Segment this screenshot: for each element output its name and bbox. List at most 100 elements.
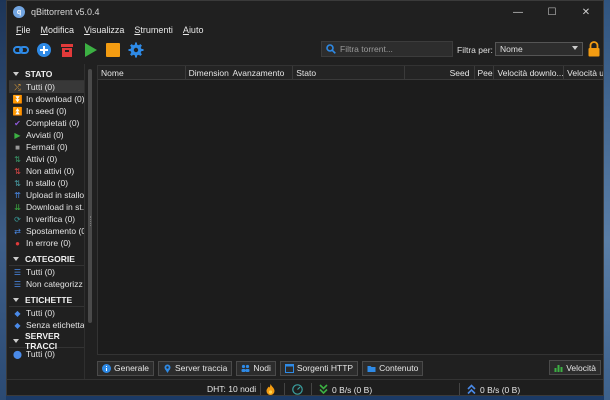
sidebar-item-label: In download (0) — [26, 94, 85, 104]
sidebar-item-label: Non categorizz — [26, 279, 83, 289]
tab-speed[interactable]: Velocità — [549, 360, 601, 375]
active-icon: ⇅ — [14, 154, 21, 164]
add-link-button[interactable] — [11, 40, 31, 60]
maximize-button[interactable]: ☐ — [535, 1, 569, 23]
download-speed-status[interactable]: 0 B/s (0 B) — [319, 384, 372, 395]
sidebar-item-status-2[interactable]: ⏫ In seed (0) — [9, 105, 84, 117]
lock-icon[interactable] — [587, 41, 601, 57]
performance-warning[interactable] — [266, 384, 275, 395]
tab-general[interactable]: Generale — [97, 360, 154, 376]
pause-icon — [106, 43, 120, 57]
add-torrent-icon — [37, 43, 51, 57]
sidebar-item-label: Attivi (0) — [26, 154, 58, 164]
sidebar-item-label: Upload in stallo — [26, 190, 85, 200]
sidebar-item-status-8[interactable]: ⇅ In stallo (0) — [9, 177, 84, 189]
sidebar-item-label: In errore (0) — [26, 238, 71, 248]
sidebar-item-status-7[interactable]: ⇅ Non attivi (0) — [9, 165, 84, 177]
tag-icon: ◆ — [14, 308, 21, 318]
tag-icon: ◆ — [14, 320, 21, 330]
sidebar-splitter-handle[interactable] — [90, 216, 93, 226]
sidebar-item-label: In seed (0) — [26, 106, 67, 116]
sidebar-item-label: Tutti (0) — [26, 349, 55, 359]
filter-by-select[interactable]: Nome — [495, 42, 583, 56]
window-controls: — ☐ ✕ — [501, 1, 603, 23]
minimize-button[interactable]: — — [501, 1, 535, 23]
shuffle-icon: ⤮ — [14, 82, 21, 92]
column-upload-speed[interactable]: Velocità up — [564, 66, 603, 80]
sidebar-item-status-4[interactable]: ▶ Avviati (0) — [9, 129, 84, 141]
sidebar-item-status-10[interactable]: ⇊ Download in st... — [9, 201, 84, 213]
properties-tabs: Generale Server traccia Nodi Sorgenti HT… — [97, 359, 603, 377]
menu-tools[interactable]: Strumenti — [129, 25, 178, 35]
sidebar-item-tag-0[interactable]: ◆ Tutti (0) — [9, 307, 84, 319]
tab-trackers[interactable]: Server traccia — [157, 360, 233, 376]
column-status[interactable]: Stato — [293, 66, 405, 80]
check-icon: ✔ — [14, 118, 21, 128]
trackers-section-header[interactable]: SERVER TRACCI — [9, 331, 84, 351]
sidebar-item-status-13[interactable]: ● In errore (0) — [9, 237, 84, 249]
categories-section-header[interactable]: CATEGORIE — [9, 252, 84, 266]
column-seeds[interactable]: Seed — [405, 66, 475, 80]
sidebar-item-tag-1[interactable]: ◆ Senza etichetta — [9, 319, 84, 331]
tab-http-sources[interactable]: Sorgenti HTTP — [279, 360, 359, 376]
options-button[interactable] — [126, 40, 146, 60]
sidebar-item-status-3[interactable]: ✔ Completati (0) — [9, 117, 84, 129]
menu-edit[interactable]: Modifica — [36, 25, 80, 35]
sidebar-item-label: Tutti (0) — [26, 267, 55, 277]
torrent-search-box[interactable] — [321, 41, 453, 57]
sidebar-item-status-1[interactable]: ⏬ In download (0) — [9, 93, 84, 105]
tracker-icon — [164, 364, 171, 373]
options-icon — [128, 42, 144, 58]
search-icon — [326, 44, 336, 54]
sidebar-item-label: In stallo (0) — [26, 178, 69, 188]
sidebar-item-category-1[interactable]: ☰ Non categorizz — [9, 278, 84, 290]
sidebar-scrollbar-thumb[interactable] — [88, 69, 92, 323]
menu-view[interactable]: Visualizza — [79, 25, 129, 35]
stalled-upload-icon: ⇈ — [14, 190, 21, 200]
category-filter-list: ☰ Tutti (0) ☰ Non categorizz — [9, 266, 84, 290]
status-section-header[interactable]: STATO — [9, 67, 84, 81]
stop-icon: ■ — [15, 142, 20, 152]
sidebar-item-label: Spostamento (0 — [26, 226, 85, 236]
resume-button[interactable] — [80, 40, 100, 60]
chevron-down-icon — [572, 46, 578, 50]
list-icon: ☰ — [13, 279, 22, 289]
column-peers[interactable]: Peer — [475, 66, 495, 80]
desktop-background-right — [604, 0, 610, 400]
sidebar-item-label: Senza etichetta — [26, 320, 85, 330]
torrent-search-input[interactable] — [340, 44, 450, 54]
pin-icon: ⬤ — [13, 349, 22, 359]
sidebar-item-status-12[interactable]: ⇄ Spostamento (0 — [9, 225, 84, 237]
tab-content[interactable]: Contenuto — [362, 360, 424, 376]
collapse-triangle-icon — [13, 71, 19, 76]
title-bar: q qBittorrent v5.0.4 — ☐ ✕ — [7, 1, 603, 23]
sidebar-item-status-0[interactable]: ⤮ Tutti (0) — [9, 81, 84, 93]
tab-peers[interactable]: Nodi — [236, 360, 276, 376]
tags-section-header[interactable]: ETICHETTE — [9, 293, 84, 307]
menu-file[interactable]: File — [11, 25, 36, 35]
pause-button[interactable] — [103, 40, 123, 60]
alternative-speed-toggle[interactable] — [292, 384, 303, 395]
sidebar-item-category-0[interactable]: ☰ Tutti (0) — [9, 266, 84, 278]
download-speed-icon — [319, 384, 328, 395]
toolbar: Filtra per: Nome — [7, 38, 603, 62]
close-button[interactable]: ✕ — [569, 1, 603, 23]
sidebar-item-status-6[interactable]: ⇅ Attivi (0) — [9, 153, 84, 165]
transfer-list[interactable]: Nome Dimensione Avanzamento Stato Seed P… — [97, 65, 603, 355]
stalled-download-icon: ⇊ — [14, 202, 21, 212]
upload-speed-status[interactable]: 0 B/s (0 B) — [467, 384, 520, 395]
sidebar-item-status-5[interactable]: ■ Fermati (0) — [9, 141, 84, 153]
sidebar-item-status-9[interactable]: ⇈ Upload in stallo — [9, 189, 84, 201]
peers-icon — [241, 364, 250, 372]
column-size[interactable]: Dimensione — [186, 66, 230, 80]
filters-sidebar: STATO ⤮ Tutti (0) ⏬ In download (0) ⏫ In seed… — [9, 64, 85, 381]
resume-icon — [85, 43, 97, 57]
add-torrent-button[interactable] — [34, 40, 54, 60]
sidebar-item-status-11[interactable]: ⟳ In verifica (0) — [9, 213, 84, 225]
menu-help[interactable]: Aiuto — [178, 25, 209, 35]
column-download-speed[interactable]: Velocità downlo... — [494, 66, 565, 80]
column-name[interactable]: Nome — [98, 66, 186, 80]
column-progress[interactable]: Avanzamento — [229, 66, 294, 80]
delete-button[interactable] — [57, 40, 77, 60]
collapse-triangle-icon — [13, 297, 19, 302]
